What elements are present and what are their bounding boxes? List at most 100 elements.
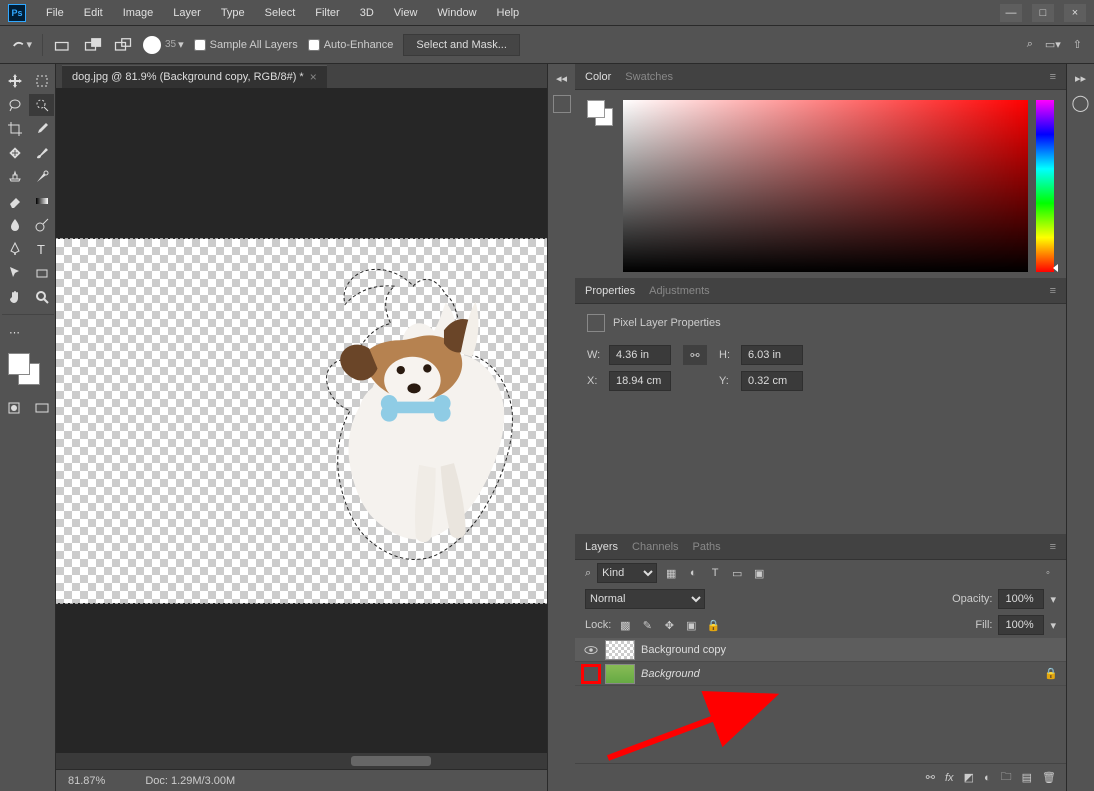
collapse-dock-icon[interactable]: ▸▸ [1075,72,1086,85]
layer-thumbnail[interactable] [605,664,635,684]
fill-input[interactable] [998,615,1044,635]
menu-edit[interactable]: Edit [76,3,111,23]
lock-artboard-icon[interactable]: ▣ [683,617,699,633]
link-dimensions-icon[interactable]: ⚯ [683,345,707,365]
maximize-button[interactable]: □ [1032,4,1054,22]
menu-filter[interactable]: Filter [307,3,347,23]
hand-tool[interactable] [2,286,27,308]
menu-help[interactable]: Help [489,3,528,23]
menu-view[interactable]: View [386,3,426,23]
color-swatches[interactable] [2,349,54,389]
history-panel-icon[interactable] [553,95,571,113]
menu-layer[interactable]: Layer [165,3,209,23]
type-tool[interactable]: T [29,238,54,260]
menu-select[interactable]: Select [257,3,304,23]
add-selection-icon[interactable] [83,35,103,55]
y-input[interactable] [741,371,803,391]
layer-filter-kind[interactable]: Kind [597,563,657,583]
brush-size-picker[interactable]: 35▾ [143,36,184,54]
eraser-tool[interactable] [2,190,27,212]
swatches-tab[interactable]: Swatches [625,71,673,83]
quick-selection-tool[interactable] [29,94,54,116]
layer-row[interactable]: Background copy [575,638,1066,662]
panel-color-swatches[interactable] [587,100,615,268]
opacity-input[interactable] [998,589,1044,609]
workspace-switcher-icon[interactable]: ▭▾ [1045,38,1061,51]
color-panel-menu-icon[interactable]: ≡ [1050,71,1056,83]
layer-thumbnail[interactable] [605,640,635,660]
delete-layer-icon[interactable]: 🗑 [1042,771,1056,784]
visibility-toggle-icon[interactable] [583,666,599,682]
auto-enhance-checkbox[interactable]: Auto-Enhance [308,39,394,51]
healing-brush-tool[interactable] [2,142,27,164]
filter-smart-icon[interactable]: ▣ [751,565,767,581]
rectangle-tool[interactable] [29,262,54,284]
layer-row[interactable]: Background 🔒 [575,662,1066,686]
layers-panel-menu-icon[interactable]: ≡ [1050,541,1056,553]
adjustment-layer-icon[interactable]: ◐ [984,772,991,784]
brush-tool[interactable] [29,142,54,164]
layer-name[interactable]: Background [641,668,700,680]
canvas[interactable] [56,239,547,603]
filter-pixel-icon[interactable]: ▦ [663,565,679,581]
width-input[interactable] [609,345,671,365]
filter-type-icon[interactable]: T [707,565,723,581]
select-and-mask-button[interactable]: Select and Mask... [403,34,520,56]
quick-mask-icon[interactable] [2,397,26,419]
lock-image-icon[interactable]: ✎ [639,617,655,633]
history-brush-tool[interactable] [29,166,54,188]
properties-panel-menu-icon[interactable]: ≡ [1050,285,1056,297]
close-button[interactable]: × [1064,4,1086,22]
blend-mode-select[interactable]: Normal [585,589,705,609]
height-input[interactable] [741,345,803,365]
layer-mask-icon[interactable]: ◩ [964,771,974,784]
pen-tool[interactable] [2,238,27,260]
color-tab[interactable]: Color [585,71,611,83]
lock-all-icon[interactable]: 🔒 [705,617,721,633]
filter-toggle-icon[interactable]: ◦ [1040,565,1056,581]
share-icon[interactable]: ⇧ [1073,38,1082,51]
minimize-button[interactable]: — [1000,4,1022,22]
crop-tool[interactable] [2,118,27,140]
properties-tab[interactable]: Properties [585,285,635,297]
gradient-tool[interactable] [29,190,54,212]
clone-stamp-tool[interactable] [2,166,27,188]
x-input[interactable] [609,371,671,391]
new-selection-icon[interactable] [53,35,73,55]
lock-position-icon[interactable]: ✥ [661,617,677,633]
foreground-color-swatch[interactable] [8,353,30,375]
dodge-tool[interactable] [29,214,54,236]
tool-preset-picker[interactable]: ▾ [12,35,32,55]
search-icon[interactable]: ⌕ [1027,38,1033,51]
libraries-icon[interactable]: ◯ [1072,93,1090,113]
move-tool[interactable] [2,70,27,92]
close-tab-icon[interactable]: × [310,70,317,84]
menu-window[interactable]: Window [429,3,484,23]
layer-name[interactable]: Background copy [641,644,726,656]
layer-style-icon[interactable]: fx [945,772,954,784]
subtract-selection-icon[interactable] [113,35,133,55]
link-layers-icon[interactable]: ⚯ [926,771,935,784]
doc-size[interactable]: Doc: 1.29M/3.00M [145,775,235,787]
visibility-toggle-icon[interactable] [583,642,599,658]
canvas-viewport[interactable] [56,88,547,753]
group-layers-icon[interactable]: 🗀 [1001,768,1012,787]
channels-tab[interactable]: Channels [632,541,678,553]
document-tab[interactable]: dog.jpg @ 81.9% (Background copy, RGB/8#… [62,65,327,88]
menu-file[interactable]: File [38,3,72,23]
screen-mode-icon[interactable] [30,397,54,419]
zoom-level[interactable]: 81.87% [68,775,105,787]
artboard-tool[interactable] [29,70,54,92]
eyedropper-tool[interactable] [29,118,54,140]
zoom-tool[interactable] [29,286,54,308]
menu-image[interactable]: Image [115,3,162,23]
horizontal-scrollbar[interactable] [56,753,547,769]
hue-slider[interactable] [1036,100,1054,272]
menu-3d[interactable]: 3D [352,3,382,23]
menu-type[interactable]: Type [213,3,253,23]
edit-toolbar-icon[interactable]: ⋯ [2,321,27,343]
color-field[interactable] [623,100,1028,272]
path-selection-tool[interactable] [2,262,27,284]
paths-tab[interactable]: Paths [693,541,721,553]
blur-tool[interactable] [2,214,27,236]
